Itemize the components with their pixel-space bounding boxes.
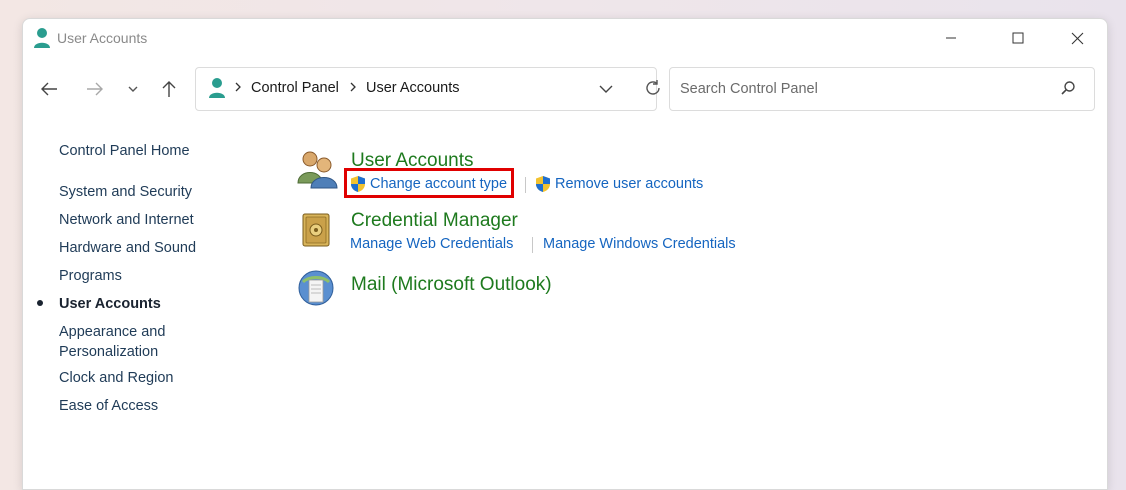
vault-icon[interactable] [301,212,331,248]
sidebar-item-label: Appearance and [59,324,166,340]
category-title-credential-manager[interactable]: Credential Manager [351,210,518,232]
chevron-right-icon [235,82,241,92]
sidebar-item-label: Personalization [59,344,159,360]
minimize-icon [946,37,956,39]
manage-web-credentials-link[interactable]: Manage Web Credentials [350,236,513,252]
close-button[interactable] [1054,19,1100,57]
sidebar-control-panel-home[interactable]: Control Panel Home [59,141,190,161]
back-button[interactable] [35,75,63,103]
maximize-button[interactable] [995,19,1041,57]
close-icon [1071,32,1083,44]
window-title: User Accounts [57,30,148,46]
sidebar-item-user-accounts: User Accounts [59,296,161,312]
uac-shield-icon [536,176,550,192]
title-bar: User Accounts [23,19,1107,59]
task-divider [525,177,526,193]
sidebar-item-hardware-sound[interactable]: Hardware and Sound [59,238,196,258]
search-icon[interactable] [1060,80,1076,96]
up-button[interactable] [155,75,183,103]
sidebar-item-clock-region[interactable]: Clock and Region [59,368,173,388]
recent-locations-button[interactable] [119,75,147,103]
refresh-icon [646,80,660,95]
user-accounts-icon [34,28,50,48]
remove-user-accounts-link[interactable]: Remove user accounts [555,176,703,192]
highlight-box [344,168,514,198]
address-dropdown-button[interactable] [598,81,614,102]
address-bar[interactable]: Control Panel User Accounts [195,67,660,111]
user-accounts-icon [209,78,225,98]
sidebar-item-system-security[interactable]: System and Security [59,182,192,202]
forward-button[interactable] [81,75,109,103]
current-page-bullet [37,300,43,306]
minimize-button[interactable] [928,19,974,57]
arrow-up-icon [162,81,176,97]
sidebar-item-programs[interactable]: Programs [59,266,122,286]
breadcrumb-control-panel[interactable]: Control Panel [251,80,339,96]
chevron-down-icon [128,86,138,92]
sidebar-item-network-internet[interactable]: Network and Internet [59,210,194,230]
sidebar-item-appearance-personalization[interactable]: Appearance and Personalization [59,322,165,362]
chevron-right-icon [350,82,356,92]
sidebar-item-ease-of-access[interactable]: Ease of Access [59,396,158,416]
search-input[interactable]: Search Control Panel [680,81,818,97]
task-divider [532,237,533,253]
arrow-right-icon [87,82,103,96]
breadcrumb-user-accounts[interactable]: User Accounts [366,80,460,96]
chevron-down-icon [599,85,613,93]
users-icon[interactable] [296,149,340,189]
refresh-button[interactable] [644,79,662,102]
category-title-mail[interactable]: Mail (Microsoft Outlook) [351,274,552,296]
search-box[interactable]: Search Control Panel [669,67,1095,111]
arrow-left-icon [41,82,57,96]
manage-windows-credentials-link[interactable]: Manage Windows Credentials [543,236,736,252]
maximize-icon [1012,32,1024,44]
mail-icon[interactable] [297,268,335,308]
control-panel-window: User Accounts Control Panel User Account… [22,18,1108,490]
